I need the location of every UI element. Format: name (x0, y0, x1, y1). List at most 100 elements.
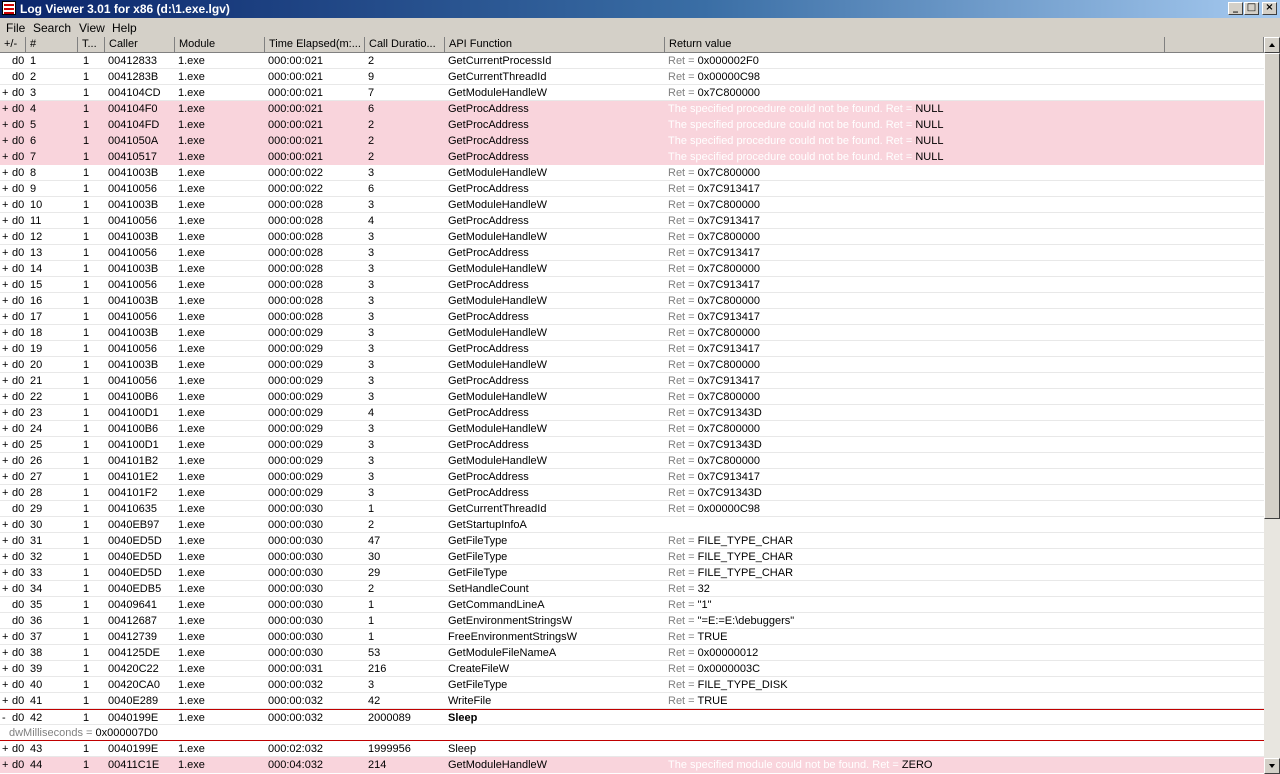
expand-toggle[interactable]: + (2, 197, 12, 213)
expand-toggle[interactable] (2, 597, 12, 613)
log-row[interactable]: + d0 9 1 00410056 1.exe 000:00:022 6 GetProcAddr… (0, 181, 1264, 197)
log-grid[interactable]: +/- # T... Caller Module Time Elapsed(m:… (0, 37, 1264, 774)
log-row[interactable]: + d0 41 1 0040E289 1.exe 000:00:032 42 WriteFile… (0, 693, 1264, 709)
log-row[interactable]: + d0 21 1 00410056 1.exe 000:00:029 3 GetProcAdd… (0, 373, 1264, 389)
expand-toggle[interactable]: + (2, 117, 12, 133)
log-row[interactable]: + d0 6 1 0041050A 1.exe 000:00:021 2 GetProcAddr… (0, 133, 1264, 149)
log-row[interactable]: + d0 43 1 0040199E 1.exe 000:02:032 1999956 Slee… (0, 741, 1264, 757)
log-row[interactable]: + d0 34 1 0040EDB5 1.exe 000:00:030 2 SetHandleC… (0, 581, 1264, 597)
expand-toggle[interactable]: + (2, 325, 12, 341)
log-row[interactable]: + d0 32 1 0040ED5D 1.exe 000:00:030 30 GetFileTy… (0, 549, 1264, 565)
column-header-number[interactable]: # (26, 37, 78, 53)
log-row[interactable]: + d0 23 1 004100D1 1.exe 000:00:029 4 GetProcAdd… (0, 405, 1264, 421)
expand-toggle[interactable]: + (2, 661, 12, 677)
log-row[interactable]: + d0 7 1 00410517 1.exe 000:00:021 2 GetProcAddr… (0, 149, 1264, 165)
log-row[interactable]: + d0 20 1 0041003B 1.exe 000:00:029 3 GetModuleH… (0, 357, 1264, 373)
expand-toggle[interactable]: + (2, 533, 12, 549)
expand-toggle[interactable]: + (2, 133, 12, 149)
menu-search[interactable]: Search (33, 21, 71, 35)
log-row[interactable]: + d0 38 1 004125DE 1.exe 000:00:030 53 GetModule… (0, 645, 1264, 661)
expand-toggle[interactable]: + (2, 421, 12, 437)
log-row[interactable]: + d0 27 1 004101E2 1.exe 000:00:029 3 GetProcAdd… (0, 469, 1264, 485)
log-row[interactable]: + d0 10 1 0041003B 1.exe 000:00:028 3 GetModuleH… (0, 197, 1264, 213)
expand-toggle[interactable]: + (2, 101, 12, 117)
log-row[interactable]: d0 35 1 00409641 1.exe 000:00:030 1 GetCommandL… (0, 597, 1264, 613)
column-header-time-elapsed[interactable]: Time Elapsed(m:... (265, 37, 365, 53)
close-button[interactable]: × (1262, 2, 1277, 15)
expand-toggle[interactable]: + (2, 629, 12, 645)
column-header-thread[interactable]: T... (78, 37, 105, 53)
expand-toggle[interactable]: + (2, 85, 12, 101)
expand-toggle[interactable]: + (2, 165, 12, 181)
expand-toggle[interactable]: + (2, 181, 12, 197)
log-row[interactable]: + d0 5 1 004104FD 1.exe 000:00:021 2 GetProcAddr… (0, 117, 1264, 133)
expand-toggle[interactable]: + (2, 389, 12, 405)
expand-toggle[interactable]: + (2, 229, 12, 245)
vertical-scrollbar[interactable] (1264, 37, 1280, 774)
expand-toggle[interactable]: + (2, 341, 12, 357)
log-row[interactable]: + d0 30 1 0040EB97 1.exe 000:00:030 2 GetStartup… (0, 517, 1264, 533)
log-row[interactable]: + d0 17 1 00410056 1.exe 000:00:028 3 GetProcAdd… (0, 309, 1264, 325)
log-row[interactable]: + d0 19 1 00410056 1.exe 000:00:029 3 GetProcAdd… (0, 341, 1264, 357)
log-row[interactable]: + d0 15 1 00410056 1.exe 000:00:028 3 GetProcAdd… (0, 277, 1264, 293)
log-row[interactable]: + d0 22 1 004100B6 1.exe 000:00:029 3 GetModuleH… (0, 389, 1264, 405)
expand-toggle[interactable]: + (2, 469, 12, 485)
expand-toggle[interactable] (2, 53, 12, 69)
expand-toggle[interactable]: + (2, 565, 12, 581)
expand-toggle[interactable]: + (2, 485, 12, 501)
expand-toggle[interactable]: + (2, 645, 12, 661)
log-row[interactable]: + d0 39 1 00420C22 1.exe 000:00:031 216 CreateFi… (0, 661, 1264, 677)
scroll-up-button[interactable] (1264, 37, 1280, 53)
log-row[interactable]: d0 29 1 00410635 1.exe 000:00:030 1 GetCurrentT… (0, 501, 1264, 517)
menu-file[interactable]: File (6, 21, 25, 35)
column-header-module[interactable]: Module (175, 37, 265, 53)
log-row[interactable]: + d0 44 1 00411C1E 1.exe 000:04:032 214 GetModul… (0, 757, 1264, 773)
expand-toggle[interactable]: + (2, 309, 12, 325)
log-row[interactable]: + d0 33 1 0040ED5D 1.exe 000:00:030 29 GetFileTy… (0, 565, 1264, 581)
log-row[interactable]: d0 36 1 00412687 1.exe 000:00:030 1 GetEnvironm… (0, 613, 1264, 629)
menu-view[interactable]: View (79, 21, 105, 35)
log-row[interactable]: + d0 18 1 0041003B 1.exe 000:00:029 3 GetModuleH… (0, 325, 1264, 341)
log-row[interactable]: + d0 11 1 00410056 1.exe 000:00:028 4 GetProcAdd… (0, 213, 1264, 229)
expand-toggle[interactable]: + (2, 581, 12, 597)
expand-toggle[interactable]: + (2, 549, 12, 565)
column-header-expand[interactable]: +/- (0, 37, 26, 53)
scroll-down-button[interactable] (1264, 758, 1280, 774)
expand-toggle[interactable]: + (2, 213, 12, 229)
expand-toggle[interactable]: + (2, 757, 12, 773)
expand-toggle[interactable]: + (2, 261, 12, 277)
log-row[interactable]: + d0 14 1 0041003B 1.exe 000:00:028 3 GetModuleH… (0, 261, 1264, 277)
expand-toggle[interactable] (2, 69, 12, 85)
expand-toggle[interactable] (2, 501, 12, 517)
expand-toggle[interactable]: + (2, 437, 12, 453)
expand-toggle[interactable]: + (2, 149, 12, 165)
expand-toggle[interactable]: + (2, 277, 12, 293)
menu-help[interactable]: Help (112, 21, 137, 35)
expand-toggle[interactable]: + (2, 245, 12, 261)
log-row[interactable]: + d0 26 1 004101B2 1.exe 000:00:029 3 GetModuleH… (0, 453, 1264, 469)
log-row[interactable]: + d0 28 1 004101F2 1.exe 000:00:029 3 GetProcAdd… (0, 485, 1264, 501)
expand-toggle[interactable] (2, 613, 12, 629)
log-row[interactable]: + d0 3 1 004104CD 1.exe 000:00:021 7 GetModuleHa… (0, 85, 1264, 101)
expand-toggle[interactable]: + (2, 517, 12, 533)
log-row[interactable]: + d0 40 1 00420CA0 1.exe 000:00:032 3 GetFileTyp… (0, 677, 1264, 693)
expand-toggle[interactable]: + (2, 741, 12, 757)
column-header-api-function[interactable]: API Function (445, 37, 665, 53)
log-row[interactable]: + d0 8 1 0041003B 1.exe 000:00:022 3 GetModuleHa… (0, 165, 1264, 181)
scroll-thumb[interactable] (1264, 53, 1280, 519)
expand-toggle[interactable]: + (2, 293, 12, 309)
log-row[interactable]: + d0 31 1 0040ED5D 1.exe 000:00:030 47 GetFileTy… (0, 533, 1264, 549)
expand-toggle[interactable]: - (2, 710, 12, 726)
selected-log-row[interactable]: - d0 42 1 0040199E 1.exe 000:00:032 2000089 Slee… (0, 709, 1264, 725)
log-row[interactable]: + d0 37 1 00412739 1.exe 000:00:030 1 FreeEnviro… (0, 629, 1264, 645)
log-row[interactable]: d0 1 1 00412833 1.exe 000:00:021 2 GetCurrentPr… (0, 53, 1264, 69)
expand-toggle[interactable]: + (2, 357, 12, 373)
log-row[interactable]: + d0 24 1 004100B6 1.exe 000:00:029 3 GetModuleH… (0, 421, 1264, 437)
column-header-caller[interactable]: Caller (105, 37, 175, 53)
expand-toggle[interactable]: + (2, 693, 12, 709)
column-header-call-duration[interactable]: Call Duratio... (365, 37, 445, 53)
expand-toggle[interactable]: + (2, 453, 12, 469)
column-header-return-value[interactable]: Return value (665, 37, 1165, 53)
expand-toggle[interactable]: + (2, 677, 12, 693)
log-row[interactable]: d0 2 1 0041283B 1.exe 000:00:021 9 GetCurrentTh… (0, 69, 1264, 85)
